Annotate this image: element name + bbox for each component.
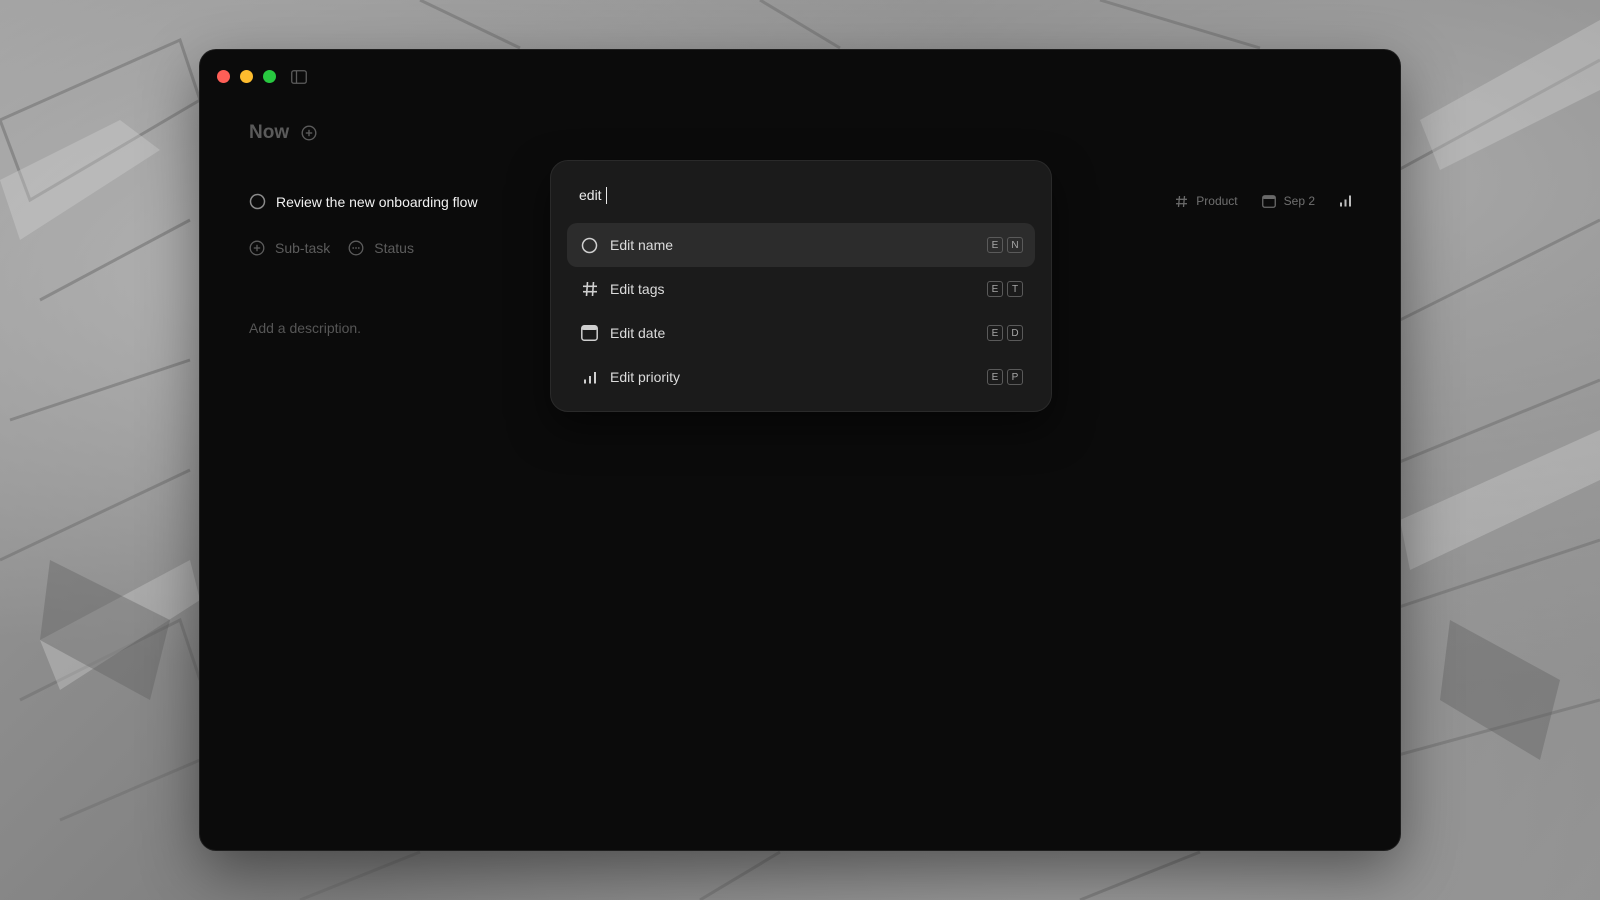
tag-label: Product [1196,194,1238,208]
priority-button[interactable] [1339,195,1352,207]
priority-bars-icon [1340,195,1351,207]
shortcut-key: N [1007,237,1023,253]
shortcut-key: P [1007,369,1023,385]
status-dots-icon [348,240,364,256]
plus-circle-icon[interactable] [301,125,317,141]
command-option-edit-priority[interactable]: Edit priority E P [567,355,1035,399]
calendar-icon [581,325,598,342]
command-option-edit-name[interactable]: Edit name E N [567,223,1035,267]
priority-bars-icon [581,369,598,386]
sub-task-label: Sub-task [275,240,331,256]
text-caret [606,187,607,204]
task-sub-actions: Sub-task Status [249,240,414,256]
status-label: Status [374,240,414,256]
command-option-label: Edit priority [610,369,681,385]
add-sub-task-button[interactable]: Sub-task [249,240,330,256]
keyboard-shortcut: E T [987,281,1023,297]
app-window: Now Review the new onboarding flow Sub-t… [200,50,1400,850]
keyboard-shortcut: E N [987,237,1023,253]
close-window-button[interactable] [217,70,230,83]
tag-button[interactable]: Product [1175,194,1238,208]
date-button[interactable]: Sep 2 [1261,194,1315,208]
command-option-edit-tags[interactable]: Edit tags E T [567,267,1035,311]
command-palette: Edit name E N [550,160,1052,412]
page-heading: Now [249,122,317,144]
shortcut-key: T [1007,281,1023,297]
shortcut-key: E [987,325,1003,341]
hash-icon [581,281,598,298]
command-options-list: Edit name E N Edit tags E T Edit date E … [567,223,1035,399]
window-controls [217,70,276,83]
description-field[interactable]: Add a description. [249,320,361,336]
sidebar-icon[interactable] [291,70,307,84]
command-search-input[interactable] [579,182,1019,208]
plus-circle-icon [249,240,265,256]
calendar-icon [1261,194,1276,208]
date-label: Sep 2 [1283,194,1315,208]
keyboard-shortcut: E P [987,369,1023,385]
circle-icon[interactable] [249,193,266,210]
shortcut-key: E [987,369,1003,385]
task-row: Review the new onboarding flow [249,193,478,210]
shortcut-key: D [1007,325,1023,341]
command-option-label: Edit date [610,325,666,341]
command-option-label: Edit tags [610,281,665,297]
shortcut-key: E [987,237,1003,253]
task-title[interactable]: Review the new onboarding flow [276,194,478,210]
hash-icon [1176,195,1188,207]
command-option-label: Edit name [610,237,674,253]
status-button[interactable]: Status [348,240,414,256]
circle-icon [581,237,598,254]
zoom-window-button[interactable] [263,70,276,83]
minimize-window-button[interactable] [240,70,253,83]
page-title: Now [249,122,290,143]
shortcut-key: E [987,281,1003,297]
keyboard-shortcut: E D [987,325,1023,341]
command-option-edit-date[interactable]: Edit date E D [567,311,1035,355]
task-meta: Product Sep 2 [1175,194,1352,208]
